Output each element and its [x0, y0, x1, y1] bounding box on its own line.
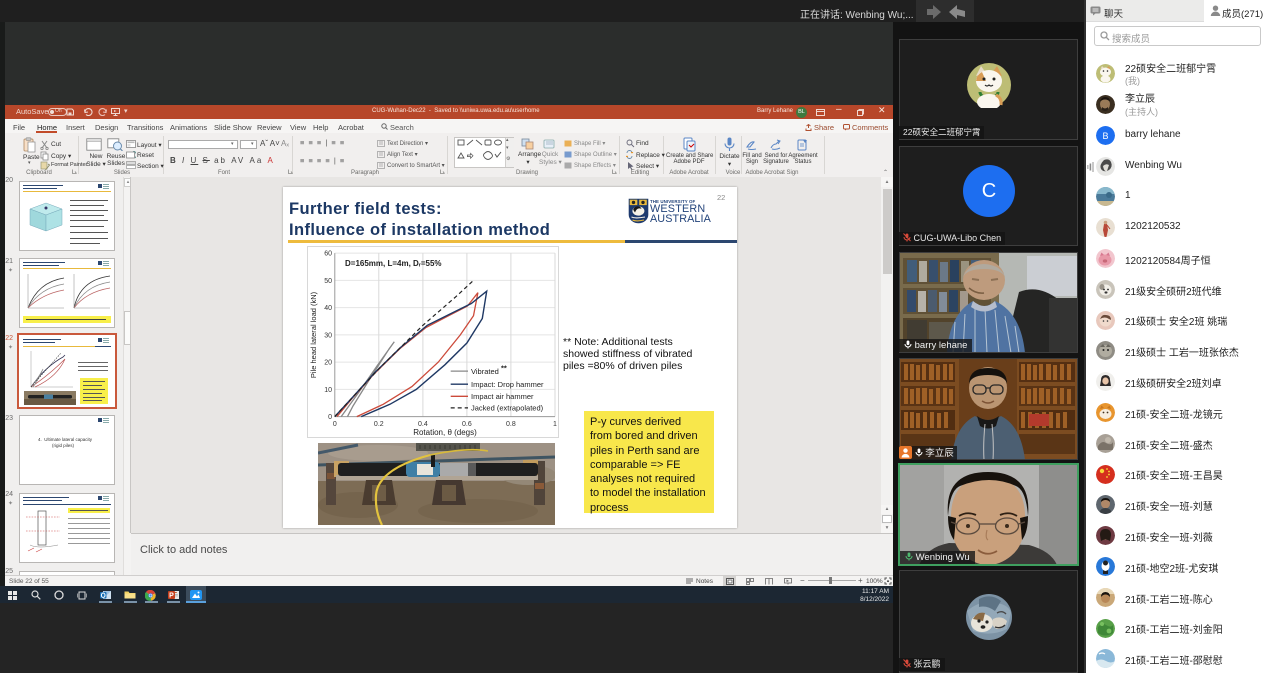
svg-text:0.8: 0.8: [506, 421, 516, 428]
svg-text:D=165mm, L=4m, Dᵣ=55%: D=165mm, L=4m, Dᵣ=55%: [345, 259, 442, 268]
svg-text:Vibrated: Vibrated: [471, 367, 499, 376]
svg-text:0: 0: [328, 414, 332, 421]
svg-text:0.2: 0.2: [374, 421, 384, 428]
svg-text:B: B: [1102, 131, 1108, 141]
svg-text:0.4: 0.4: [418, 421, 428, 428]
svg-text:**: **: [501, 364, 507, 373]
svg-text:P: P: [169, 593, 174, 600]
svg-text:Pile head lateral load (kN): Pile head lateral load (kN): [309, 291, 318, 378]
svg-text:Impact: Drop hammer: Impact: Drop hammer: [471, 380, 544, 389]
svg-text:Impact air hammer: Impact air hammer: [471, 392, 534, 401]
svg-text:1: 1: [553, 421, 557, 428]
svg-text:60: 60: [324, 251, 332, 258]
svg-text:0: 0: [333, 421, 337, 428]
svg-text:50: 50: [324, 278, 332, 285]
svg-text:Jacked (extrapolated): Jacked (extrapolated): [471, 404, 544, 413]
svg-text:0.6: 0.6: [462, 421, 472, 428]
svg-text:20: 20: [324, 360, 332, 367]
svg-text:10: 10: [324, 387, 332, 394]
svg-text:30: 30: [324, 332, 332, 339]
svg-text:Rotation, θ (degs): Rotation, θ (degs): [413, 428, 477, 437]
svg-text:40: 40: [324, 305, 332, 312]
